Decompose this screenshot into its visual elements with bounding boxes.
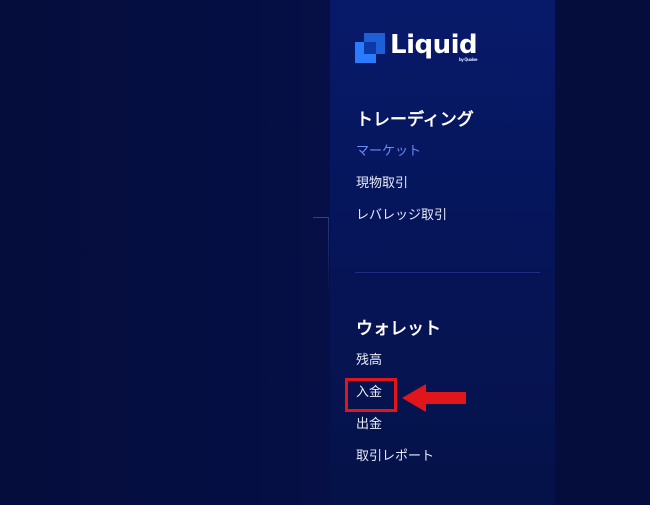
menu-item-market[interactable]: マーケット	[356, 144, 421, 160]
brand-tagline: by Quoine	[458, 57, 478, 62]
page-backdrop	[0, 0, 330, 505]
menu-item-spot-trading[interactable]: 現物取引	[356, 176, 408, 192]
backdrop-accent-edge	[328, 217, 329, 297]
red-arrow-icon	[402, 384, 466, 412]
liquid-logo[interactable]: Liquid by Quoine	[355, 30, 478, 67]
menu-item-trade-report[interactable]: 取引レポート	[356, 449, 434, 465]
liquid-logo-icon	[355, 33, 385, 63]
menu-item-withdraw[interactable]: 出金	[356, 417, 382, 433]
backdrop-accent-line	[313, 217, 329, 218]
section-title-wallet: ウォレット	[356, 319, 441, 339]
deposit-highlight-box	[345, 378, 397, 412]
section-title-trading: トレーディング	[356, 110, 474, 130]
liquid-logo-wordmark: Liquid by Quoine	[390, 30, 478, 62]
page-right-edge	[555, 0, 650, 505]
section-divider	[355, 272, 540, 273]
menu-item-leverage-trading[interactable]: レバレッジ取引	[356, 208, 447, 224]
menu-item-balance[interactable]: 残高	[356, 353, 382, 369]
brand-name: Liquid	[390, 30, 478, 60]
